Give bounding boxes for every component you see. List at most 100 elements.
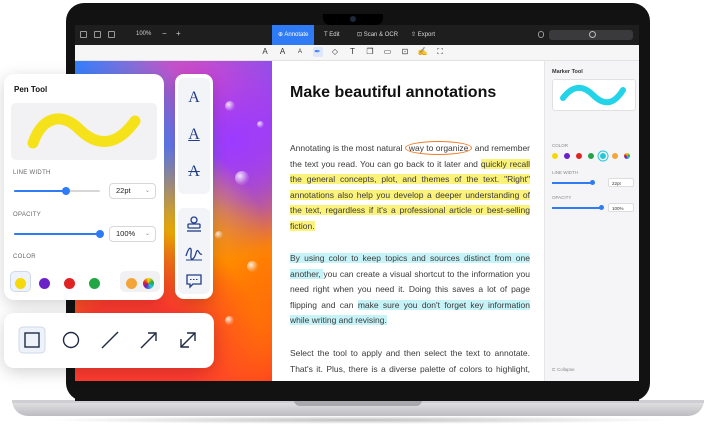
color-swatch[interactable] [588, 153, 594, 159]
color-swatch[interactable] [64, 278, 75, 289]
text-run: Select the tool to apply and then select… [290, 348, 530, 381]
line-width-slider[interactable] [552, 182, 592, 184]
color-label: COLOR [13, 254, 36, 260]
marker-preview [552, 79, 636, 111]
color-swatch[interactable] [600, 153, 606, 159]
opacity-fill [14, 233, 100, 235]
opacity-knob[interactable] [599, 205, 604, 210]
line-width-label: LINE WIDTH [13, 170, 51, 176]
water-drop [257, 121, 264, 128]
color-swatch[interactable] [39, 278, 50, 289]
opacity-slider[interactable] [552, 207, 602, 209]
line-width-knob[interactable] [61, 187, 70, 195]
pen-tool-card: Pen Tool LINE WIDTH 22pt ⌄ OPACITY 100% … [4, 74, 164, 300]
signature-icon[interactable]: ✍ [418, 47, 428, 57]
color-swatch[interactable] [576, 153, 582, 159]
scan-icon: ⊡ [357, 32, 364, 38]
double-arrow-tool-icon[interactable] [174, 326, 202, 354]
shape-tool-strip [4, 313, 214, 368]
zoom-level[interactable]: 100% [136, 31, 151, 37]
comment-icon[interactable]: ▭ [383, 47, 393, 57]
zoom-out-button[interactable]: − [162, 29, 167, 38]
panel-title: Marker Tool [552, 69, 583, 75]
annotation-toolbar: A A A ✒ ◇ T ❐ ▭ ⊡ ✍ ⛶ [75, 45, 639, 61]
line-width-label: LINE WIDTH [552, 170, 579, 175]
color-swatch[interactable] [89, 278, 100, 289]
rectangle-tool-icon[interactable] [18, 326, 46, 354]
paragraph-2: By using color to keep topics and source… [290, 251, 530, 329]
circled-text[interactable]: way to organize [404, 141, 473, 155]
pen-stroke-preview [11, 103, 157, 160]
text-box-icon[interactable]: A [260, 47, 270, 57]
share-icon[interactable] [538, 31, 544, 38]
search-icon [589, 31, 596, 38]
zoom-in-button[interactable]: + [176, 29, 181, 38]
paragraph-1: Annotating is the most natural way to or… [290, 141, 531, 235]
color-swatch[interactable] [15, 278, 26, 289]
tab-scan-label: Scan & OCR [363, 32, 399, 38]
water-drop [215, 231, 223, 239]
text-large-icon[interactable]: A [278, 47, 288, 57]
marker-stroke-preview [560, 84, 626, 106]
tab-annotate[interactable]: ⊕ Annotate [272, 25, 315, 45]
color-picker-icon[interactable] [143, 278, 154, 289]
tab-export-label: Export [417, 32, 436, 38]
tab-edit[interactable]: T Edit [318, 25, 346, 45]
signature-icon[interactable] [184, 244, 204, 262]
ellipse-tool-icon[interactable] [57, 326, 85, 354]
text-field-icon[interactable]: T [348, 47, 358, 57]
stamp-icon[interactable] [185, 215, 203, 233]
opacity-label: OPACITY [13, 212, 41, 218]
grid-view-icon[interactable] [94, 31, 101, 38]
water-drop [225, 316, 234, 325]
stamp-icon[interactable]: ⊡ [400, 47, 410, 57]
page-view-icon[interactable] [108, 31, 115, 38]
water-drop [235, 171, 249, 185]
arrow-tool-icon[interactable] [135, 326, 163, 354]
sidebar-toggle-icon[interactable] [80, 31, 87, 38]
color-swatch[interactable] [552, 153, 558, 159]
main-toolbar: 100% − + ⊕ Annotate T Edit ⊡ Scan & OCR … [75, 25, 639, 45]
opacity-select[interactable]: 100% [608, 203, 634, 212]
crop-icon[interactable]: ⛶ [435, 47, 445, 57]
color-swatch[interactable] [612, 153, 618, 159]
line-tool-icon[interactable] [96, 326, 124, 354]
opacity-label: OPACITY [552, 195, 572, 200]
opacity-select[interactable]: 100% ⌄ [109, 226, 156, 242]
opacity-knob[interactable] [96, 230, 104, 238]
yellow-highlight[interactable]: quickly recall the general concepts, plo… [290, 158, 531, 231]
water-drop [225, 101, 235, 111]
line-width-select[interactable]: 22pt [608, 178, 634, 187]
marker-tool-panel: Marker Tool COLOR LINE WIDTH 22pt OPACIT… [544, 61, 639, 381]
paragraph-3: Select the tool to apply and then select… [290, 346, 530, 381]
document-title: Make beautiful annotations [290, 84, 497, 101]
line-width-fill [14, 190, 66, 192]
collapse-button[interactable]: ⊏ Collapse [552, 367, 575, 373]
water-drop [247, 261, 258, 272]
comment-icon[interactable] [185, 273, 203, 289]
line-width-knob[interactable] [590, 180, 595, 185]
text-plain-tool[interactable]: A [180, 84, 208, 112]
eraser-icon[interactable]: ◇ [330, 47, 340, 57]
line-width-select[interactable]: 22pt ⌄ [109, 183, 156, 199]
text-strikeout-tool[interactable]: A [180, 158, 208, 186]
color-swatch[interactable] [126, 278, 137, 289]
pen-icon[interactable]: ✒ [312, 47, 323, 57]
copy-icon[interactable]: ❐ [365, 47, 375, 57]
text-run: Annotating is the most natural [290, 143, 405, 153]
pen-stroke [27, 113, 141, 149]
export-icon: ⇧ [411, 32, 418, 38]
opacity-value: 100% [116, 229, 136, 238]
text-tool-strip: A A A [175, 74, 213, 299]
text-underline-tool[interactable]: A [180, 121, 208, 149]
pen-tool-title: Pen Tool [14, 85, 48, 94]
line-width-value: 22pt [116, 186, 131, 195]
color-swatch[interactable] [624, 153, 630, 159]
laptop-chin [75, 381, 639, 401]
chevron-down-icon: ⌄ [144, 188, 150, 194]
tab-scan-ocr[interactable]: ⊡ Scan & OCR [351, 25, 404, 45]
tab-export[interactable]: ⇧ Export [405, 25, 441, 45]
color-swatch[interactable] [564, 153, 570, 159]
text-small-icon[interactable]: A [295, 47, 305, 57]
collapse-label: Collapse [557, 367, 575, 372]
